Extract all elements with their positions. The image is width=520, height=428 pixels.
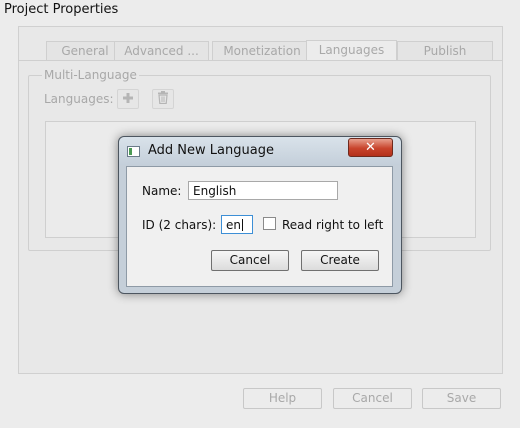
- dialog-content: Name: English ID (2 chars): en Read righ…: [126, 166, 393, 287]
- tab-general[interactable]: General: [46, 41, 124, 61]
- id-input[interactable]: en: [221, 215, 253, 234]
- dialog-title: Add New Language: [148, 143, 274, 158]
- tab-languages[interactable]: Languages: [306, 40, 397, 61]
- cancel-button[interactable]: Cancel: [333, 388, 412, 409]
- tab-advanced[interactable]: Advanced ...: [114, 41, 209, 61]
- id-label: ID (2 chars):: [142, 218, 217, 232]
- tab-monetization[interactable]: Monetization: [212, 41, 312, 61]
- name-input-value: English: [193, 184, 237, 198]
- add-language-button[interactable]: [117, 89, 139, 109]
- languages-label: Languages:: [44, 92, 114, 106]
- id-input-value: en: [226, 218, 241, 232]
- dialog-cancel-button[interactable]: Cancel: [211, 250, 289, 271]
- create-button[interactable]: Create: [301, 250, 379, 271]
- add-new-language-dialog: Add New Language ✕ Name: English ID (2 c…: [118, 136, 402, 294]
- group-title: Multi-Language: [42, 68, 139, 82]
- save-button[interactable]: Save: [422, 388, 501, 409]
- trash-icon: [157, 91, 169, 107]
- dialog-titlebar[interactable]: Add New Language ✕: [119, 137, 401, 165]
- window-title: Project Properties: [4, 2, 119, 17]
- help-button[interactable]: Help: [243, 388, 322, 409]
- app-icon: [127, 146, 140, 157]
- text-caret: [242, 219, 243, 231]
- tab-publish[interactable]: Publish: [397, 41, 493, 61]
- close-button[interactable]: ✕: [348, 138, 393, 157]
- close-icon: ✕: [365, 140, 376, 155]
- name-label: Name:: [142, 184, 182, 198]
- delete-language-button[interactable]: [152, 89, 174, 109]
- plus-icon: [122, 92, 134, 107]
- name-input[interactable]: English: [188, 181, 338, 200]
- read-right-to-left-label[interactable]: Read right to left: [282, 218, 383, 232]
- read-right-to-left-checkbox[interactable]: [263, 217, 276, 230]
